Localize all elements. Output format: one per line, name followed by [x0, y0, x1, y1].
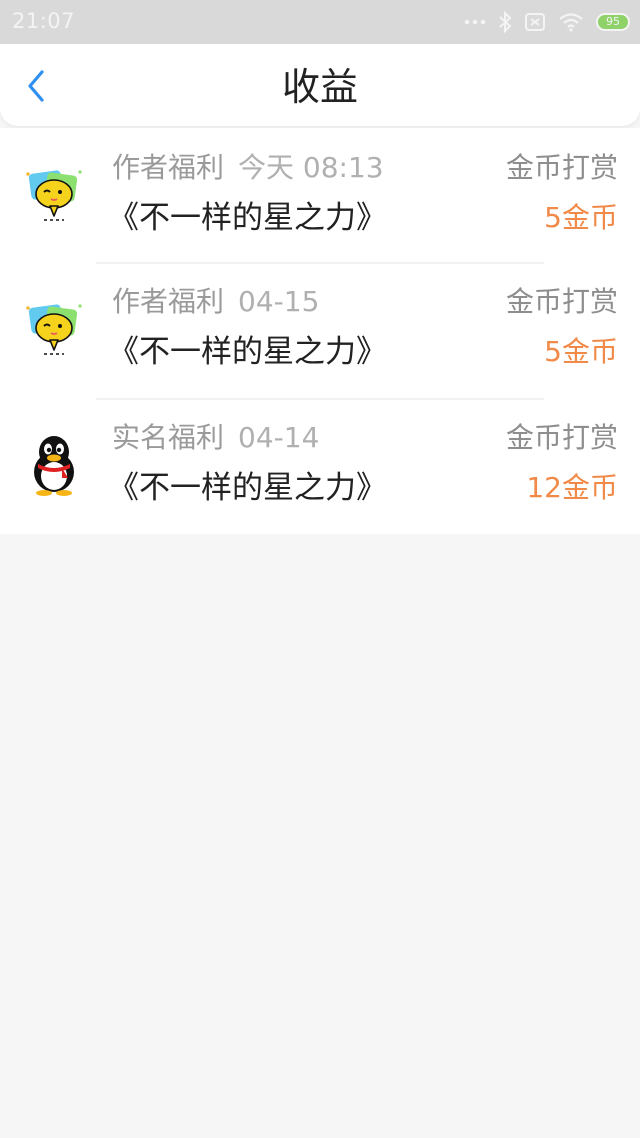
item-reward-type: 金币打赏 [505, 421, 618, 454]
item-book-title: 《不一样的星之力》 [108, 470, 387, 506]
item-meta: 作者福利 04-15 [112, 284, 319, 320]
bluetooth-icon [498, 11, 512, 33]
list-item[interactable]: 实名福利 04-14 《不一样的星之力》 金币打赏 12金币 [0, 398, 640, 534]
penguin-icon [22, 432, 86, 496]
battery-icon: 95 [596, 13, 630, 31]
wifi-icon [558, 12, 584, 32]
item-reward-type: 金币打赏 [505, 151, 618, 184]
item-date: 04-14 [238, 421, 320, 454]
item-amount: 5金币 [544, 201, 618, 234]
status-time: 21:07 [12, 9, 76, 33]
item-reward-type: 金币打赏 [505, 285, 618, 318]
page-title: 收益 [281, 65, 358, 109]
battery-level: 95 [606, 15, 620, 28]
item-date: 04-15 [238, 285, 320, 318]
item-book-title: 《不一样的星之力》 [108, 334, 387, 370]
status-icons: 95 [464, 10, 630, 34]
chat-bubble-emoji-icon [22, 296, 86, 360]
item-meta: 实名福利 04-14 [112, 420, 319, 456]
item-book-title: 《不一样的星之力》 [108, 200, 387, 236]
item-category: 作者福利 [112, 151, 225, 184]
list-item[interactable]: 作者福利 04-15 《不一样的星之力》 金币打赏 5金币 [0, 262, 640, 398]
item-date: 今天 08:13 [238, 151, 384, 184]
item-category: 实名福利 [112, 421, 225, 454]
income-list: 作者福利 今天 08:13 《不一样的星之力》 金币打赏 5金币 作者福利 04-1… [0, 128, 640, 534]
list-item[interactable]: 作者福利 今天 08:13 《不一样的星之力》 金币打赏 5金币 [0, 128, 640, 262]
item-meta: 作者福利 今天 08:13 [112, 150, 384, 186]
item-amount: 12金币 [526, 471, 618, 504]
sim-icon [524, 12, 546, 32]
dots-icon [464, 19, 486, 25]
item-category: 作者福利 [112, 285, 225, 318]
item-amount: 5金币 [544, 335, 618, 368]
status-bar: 21:07 95 [0, 0, 640, 44]
chat-bubble-emoji-icon [22, 162, 86, 226]
header: 收益 [0, 44, 640, 126]
